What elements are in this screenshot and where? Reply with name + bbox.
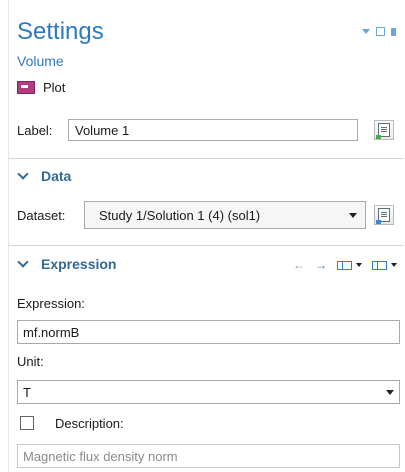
node-type-row: Plot [17, 80, 65, 95]
replace-expression-button[interactable] [337, 260, 362, 270]
dataset-action-button[interactable] [374, 205, 394, 225]
maximize-icon[interactable] [376, 27, 385, 36]
expression-value: mf.normB [23, 324, 80, 340]
window-controls [362, 27, 396, 36]
insert-expression-button[interactable] [372, 260, 397, 270]
chevron-down-icon [17, 256, 29, 268]
description-input[interactable]: Magnetic flux density norm [17, 444, 400, 468]
description-checkbox[interactable] [20, 416, 34, 430]
label-input-value: Volume 1 [75, 122, 130, 138]
expression-label: Expression: [17, 296, 85, 311]
unit-label: Unit: [17, 354, 44, 369]
expression-input[interactable]: mf.normB [17, 320, 400, 344]
divider [9, 158, 404, 159]
insert-expression-icon [372, 260, 387, 270]
divider [9, 245, 404, 246]
chevron-down-icon [385, 389, 394, 395]
unit-value: T [23, 384, 31, 400]
description-label: Description: [55, 416, 124, 431]
go-forward-icon[interactable]: → [315, 258, 327, 272]
section-expression-title: Expression [41, 256, 117, 272]
dropdown-arrow-icon [349, 213, 357, 218]
page-title: Settings [17, 18, 104, 45]
label-input[interactable]: Volume 1 [68, 119, 358, 141]
document-icon [376, 123, 390, 139]
plot-icon [17, 81, 35, 94]
go-back-icon[interactable]: ← [293, 258, 305, 272]
replace-expression-icon [337, 260, 352, 270]
node-subtitle: Volume [17, 53, 64, 69]
label-row: Label: Volume 1 [17, 118, 402, 144]
dataset-icon [376, 208, 390, 224]
dropdown-arrow-icon [391, 263, 397, 267]
menu-icon[interactable] [362, 29, 370, 34]
node-type-label: Plot [43, 80, 66, 95]
pin-icon[interactable] [391, 27, 396, 36]
label-field-label: Label: [17, 123, 53, 138]
dataset-label: Dataset: [17, 208, 66, 223]
expression-toolbar: ← → [293, 258, 397, 272]
dropdown-arrow-icon [356, 263, 362, 267]
unit-dropdown-button[interactable] [380, 381, 399, 403]
section-expression-header[interactable]: Expression [17, 256, 117, 272]
label-reset-button[interactable] [374, 120, 394, 140]
unit-select[interactable]: T [17, 380, 400, 404]
section-data-title: Data [41, 168, 72, 184]
description-value: Magnetic flux density norm [23, 448, 178, 464]
section-data-header[interactable]: Data [17, 168, 72, 184]
dataset-value: Study 1/Solution 1 (4) (sol1) [99, 207, 261, 223]
dataset-select[interactable]: Study 1/Solution 1 (4) (sol1) [84, 201, 366, 229]
chevron-down-icon [17, 168, 29, 180]
